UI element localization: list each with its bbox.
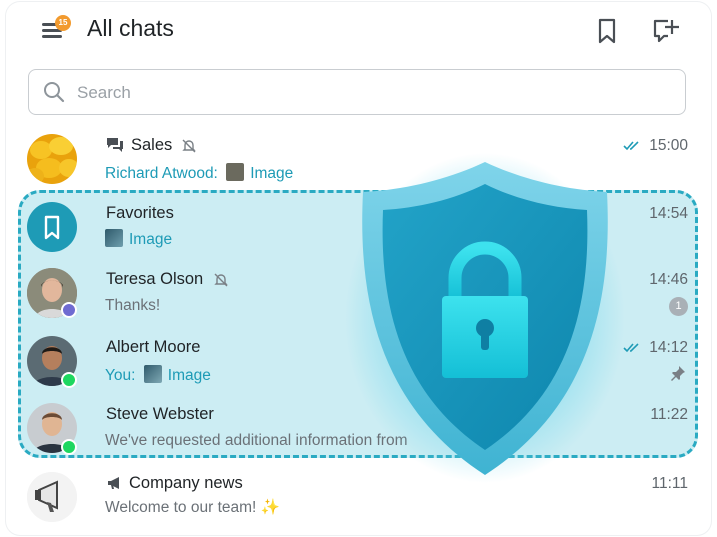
sender-name: You: xyxy=(105,367,136,384)
bookmark-icon xyxy=(598,18,616,44)
chat-preview: Richard Atwood: Image xyxy=(105,163,293,183)
chat-name: Albert Moore xyxy=(106,338,201,356)
menu-line xyxy=(42,35,62,38)
chat-time: 15:00 xyxy=(649,137,688,154)
online-indicator xyxy=(61,439,77,455)
chat-preview: Welcome to our team! ✨ xyxy=(105,499,280,516)
online-indicator xyxy=(61,372,77,388)
pin-icon xyxy=(671,366,685,381)
chat-name: Teresa Olson xyxy=(106,270,204,288)
new-chat-icon xyxy=(653,19,679,43)
unread-count-badge: 1 xyxy=(669,297,688,316)
security-shield-icon xyxy=(345,153,625,483)
sender-name: Richard Atwood: xyxy=(105,165,218,182)
chat-time: 11:22 xyxy=(650,406,688,423)
image-thumbnail xyxy=(226,163,245,181)
avatar xyxy=(27,472,77,522)
muted-bell-icon xyxy=(182,139,196,153)
double-check-icon xyxy=(623,343,639,353)
chat-name: Favorites xyxy=(106,204,174,222)
megaphone-icon xyxy=(108,477,119,489)
muted-bell-icon xyxy=(214,273,228,287)
chat-preview: Image xyxy=(105,229,172,249)
page-title: All chats xyxy=(87,15,174,41)
chat-preview: You: Image xyxy=(105,365,211,385)
lemons-image xyxy=(27,134,77,184)
search-icon xyxy=(44,82,65,103)
chat-time: 14:12 xyxy=(649,339,688,356)
new-chat-button[interactable] xyxy=(650,16,680,46)
double-check-icon xyxy=(623,141,639,151)
image-thumbnail xyxy=(143,365,162,383)
preview-text: Image xyxy=(167,367,211,384)
bookmark-icon xyxy=(44,215,60,240)
search-box[interactable] xyxy=(28,69,686,115)
preview-text: Image xyxy=(250,165,294,182)
clock-icon xyxy=(61,302,77,318)
avatar xyxy=(27,202,77,252)
avatar xyxy=(27,134,77,184)
chat-bubbles-icon xyxy=(107,138,123,152)
menu-badge: 15 xyxy=(55,15,71,31)
chat-time: 14:46 xyxy=(649,271,688,288)
chat-name: Steve Webster xyxy=(106,405,214,423)
preview-text: Image xyxy=(129,231,173,248)
chat-name: Sales xyxy=(131,136,173,154)
bookmark-button[interactable] xyxy=(592,16,622,46)
chat-time: 14:54 xyxy=(649,205,688,222)
megaphone-image xyxy=(27,472,77,522)
chat-preview: Thanks! xyxy=(105,297,161,314)
search-input[interactable] xyxy=(75,80,659,106)
chat-time: 11:11 xyxy=(651,475,689,492)
chat-name: Company news xyxy=(129,474,243,492)
image-thumbnail xyxy=(105,229,123,247)
